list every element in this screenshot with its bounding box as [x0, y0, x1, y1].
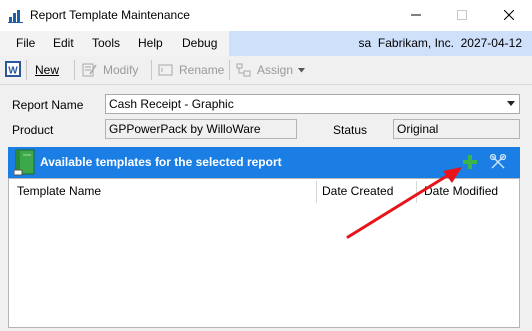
- window-title: Report Template Maintenance: [30, 8, 190, 22]
- menu-help[interactable]: Help: [138, 31, 163, 56]
- menu-tools[interactable]: Tools: [92, 31, 120, 56]
- new-label: New: [35, 63, 60, 77]
- minimize-button[interactable]: [393, 0, 439, 30]
- modify-icon: [82, 63, 97, 77]
- close-button[interactable]: [486, 0, 532, 30]
- report-name-label: Report Name: [12, 98, 84, 112]
- close-icon: [504, 10, 514, 20]
- report-name-select[interactable]: Cash Receipt - Graphic: [105, 94, 520, 114]
- svg-text:W: W: [8, 66, 18, 77]
- tools-icon[interactable]: [489, 153, 507, 171]
- column-template-name[interactable]: Template Name: [17, 179, 101, 204]
- toolbar-separator: [26, 60, 27, 80]
- maximize-icon: [457, 10, 467, 20]
- status-value: Original: [397, 122, 439, 136]
- assign-icon: [236, 63, 251, 77]
- book-icon: [14, 149, 35, 176]
- report-name-value: Cash Receipt - Graphic: [109, 97, 234, 111]
- assign-label: Assign: [257, 63, 294, 77]
- maximize-button[interactable]: [439, 0, 485, 30]
- status-field: Original: [393, 119, 520, 139]
- user-name: sa: [358, 36, 372, 50]
- toolbar-separator: [229, 60, 230, 80]
- toolbar-separator: [151, 60, 152, 80]
- word-icon: W: [5, 61, 21, 77]
- templates-title: Available templates for the selected rep…: [40, 155, 282, 169]
- toolbar-separator: [74, 60, 75, 80]
- user-date: 2027-04-12: [460, 36, 522, 50]
- assign-button[interactable]: Assign: [236, 59, 306, 81]
- session-info: sa Fabrikam, Inc. 2027-04-12: [359, 31, 522, 56]
- rename-button[interactable]: Rename: [158, 59, 224, 81]
- product-value: GPPowerPack by WilloWare: [109, 122, 261, 136]
- column-separator: [316, 181, 317, 203]
- minimize-icon: [411, 14, 421, 16]
- menu-edit[interactable]: Edit: [53, 31, 74, 56]
- annotation-arrow: [346, 167, 462, 239]
- new-button[interactable]: New: [35, 59, 59, 81]
- chevron-down-icon: [507, 101, 515, 106]
- product-label: Product: [12, 123, 54, 137]
- product-field: GPPowerPack by WilloWare: [105, 119, 297, 139]
- status-label: Status: [333, 123, 368, 137]
- rename-label: Rename: [179, 63, 225, 77]
- modify-label: Modify: [103, 63, 139, 77]
- menu-debug[interactable]: Debug: [182, 31, 217, 56]
- bar-chart-icon: [8, 8, 23, 23]
- company-name: Fabrikam, Inc.: [377, 36, 454, 50]
- dropdown-arrow-icon: [298, 67, 306, 72]
- menu-file[interactable]: File: [16, 31, 35, 56]
- rename-icon: [158, 64, 173, 76]
- modify-button[interactable]: Modify: [82, 59, 138, 81]
